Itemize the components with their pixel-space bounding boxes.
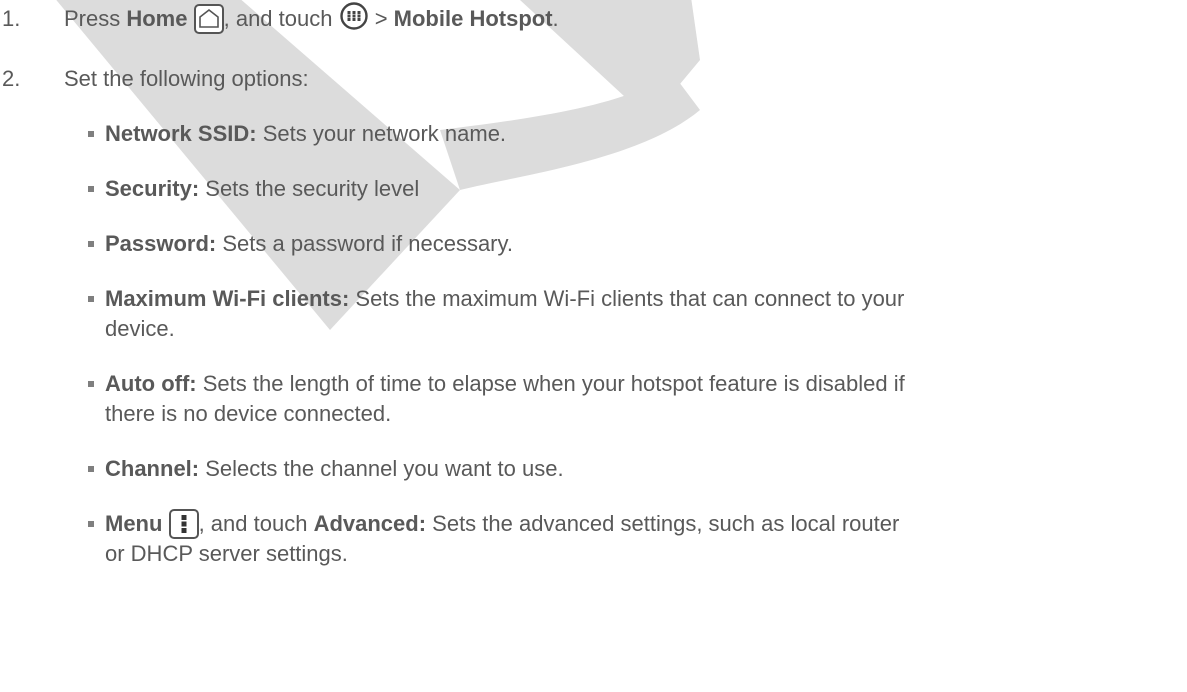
- option-desc: Sets the advanced settings, such as loca…: [426, 511, 900, 536]
- menu-label: Menu: [105, 511, 163, 536]
- document-page: 1. Press Home , and touch > Mobile Hotsp…: [0, 0, 1187, 692]
- step-2-text: Set the following options:: [64, 66, 309, 91]
- option-desc: Selects the channel you want to use.: [199, 456, 564, 481]
- option-text: Security: Sets the security level: [105, 176, 419, 202]
- home-label: Home: [126, 6, 188, 31]
- home-icon: [193, 4, 224, 35]
- option-label: Password:: [105, 231, 217, 256]
- step-1-end: .: [552, 6, 559, 31]
- bullet-marker: [88, 381, 94, 387]
- option-text: Maximum Wi-Fi clients: Sets the maximum …: [105, 286, 904, 312]
- menu-option-mid: , and touch: [198, 511, 314, 536]
- bullet-marker: [88, 466, 94, 472]
- step-number: 2.: [2, 66, 21, 91]
- watermark-stroke-left: [56, 0, 460, 330]
- option-label: Channel:: [105, 456, 200, 481]
- option-label: Maximum Wi-Fi clients:: [105, 286, 350, 311]
- apps-icon: [339, 1, 369, 37]
- option-desc: Sets the length of time to elapse when y…: [196, 371, 905, 396]
- option-desc: Sets the security level: [199, 176, 420, 201]
- option-label: Network SSID:: [105, 121, 257, 146]
- bullet-marker: [88, 186, 94, 192]
- mobile-hotspot-label: Mobile Hotspot: [393, 6, 553, 31]
- option-text: Password: Sets a password if necessary.: [105, 231, 513, 257]
- step-1-prefix: Press: [64, 6, 127, 31]
- option-text: Channel: Selects the channel you want to…: [105, 456, 564, 482]
- option-desc: Sets a password if necessary.: [216, 231, 513, 256]
- option-label: Security:: [105, 176, 200, 201]
- bullet-marker: [88, 241, 94, 247]
- option-text: Auto off: Sets the length of time to ela…: [105, 371, 905, 397]
- draft-watermark: [56, 0, 700, 330]
- advanced-label: Advanced:: [313, 511, 427, 536]
- option-desc-continued: there is no device connected.: [105, 401, 392, 426]
- step-1-text: Press Home , and touch > Mobile Hotspot.: [64, 2, 559, 35]
- step-1-separator: >: [368, 6, 394, 31]
- bullet-marker: [88, 296, 94, 302]
- option-desc-continued: device.: [105, 316, 175, 341]
- option-text: Network SSID: Sets your network name.: [105, 121, 506, 147]
- step-number: 1.: [2, 6, 21, 31]
- option-desc-continued: or DHCP server settings.: [105, 541, 348, 566]
- bullet-marker: [88, 521, 94, 527]
- bullet-marker: [88, 131, 94, 137]
- option-label: Auto off:: [105, 371, 197, 396]
- step-1-mid: , and touch: [223, 6, 339, 31]
- option-desc: Sets your network name.: [256, 121, 507, 146]
- option-desc: Sets the maximum Wi-Fi clients that can …: [349, 286, 905, 311]
- menu-icon: [168, 509, 199, 540]
- option-text: Menu , and touch Advanced: Sets the adva…: [105, 509, 900, 540]
